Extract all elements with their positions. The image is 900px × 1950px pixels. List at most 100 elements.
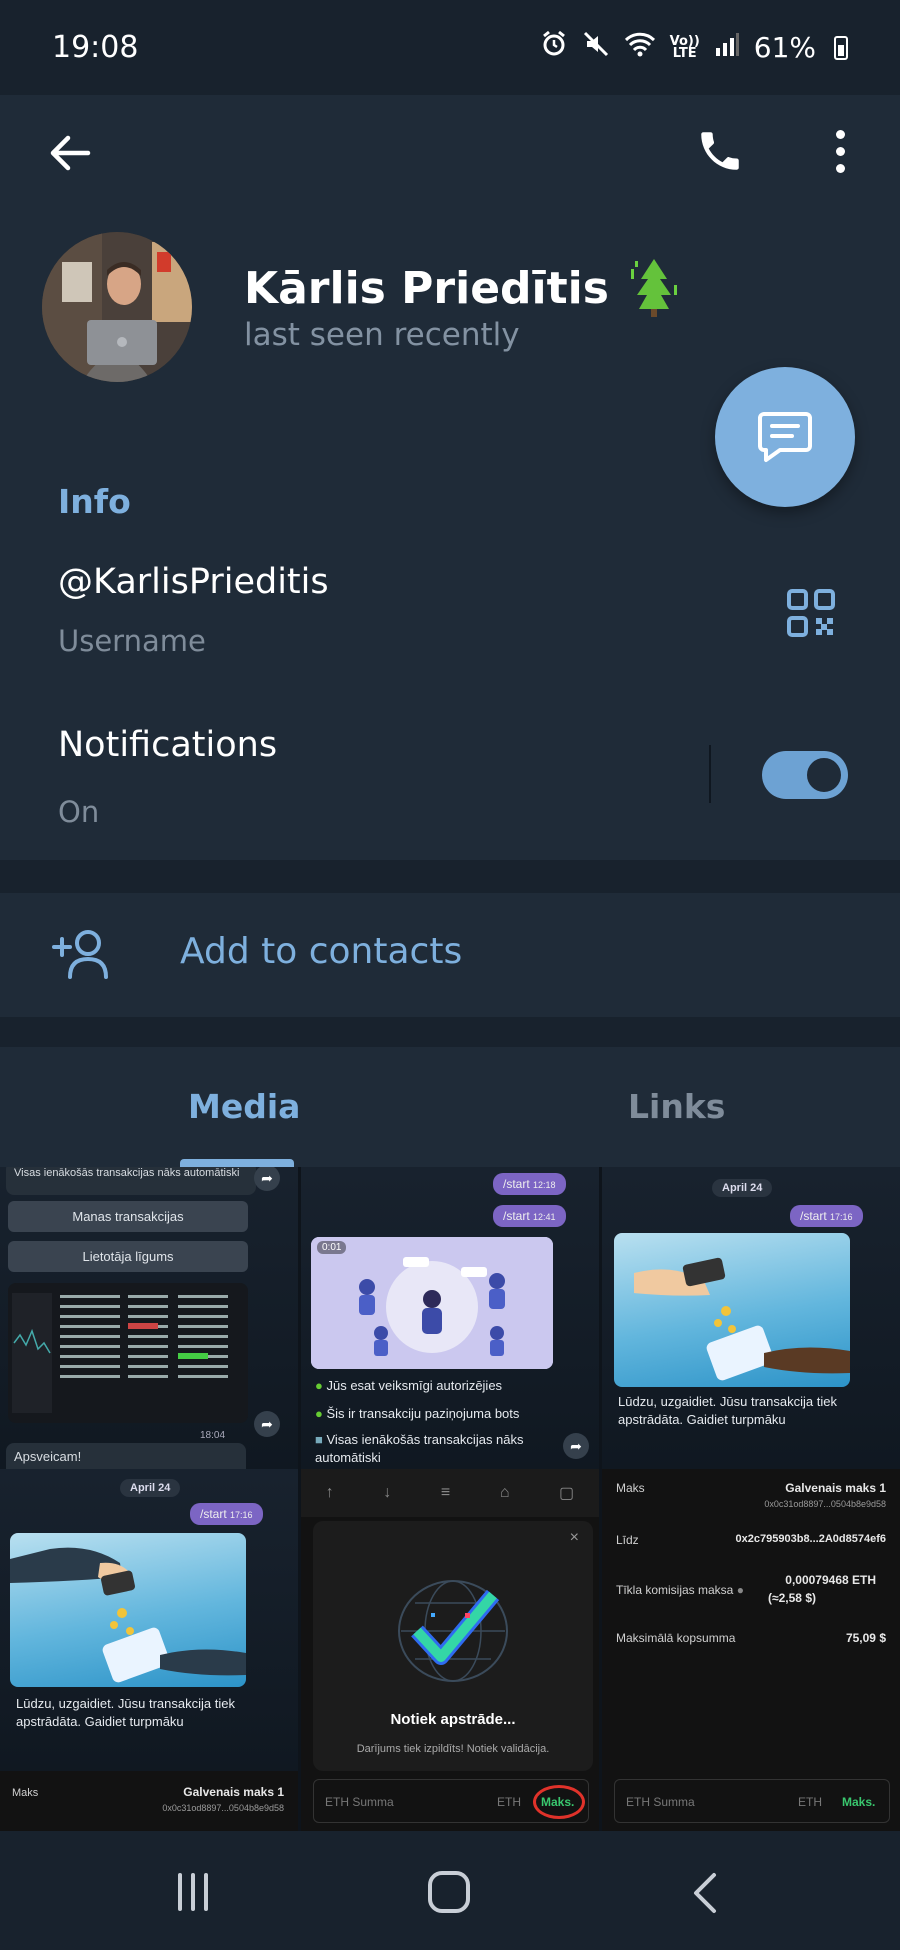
screenshot-thumbnail xyxy=(8,1283,248,1423)
share-icon: ➦ xyxy=(563,1433,589,1459)
status-time: 19:08 xyxy=(52,30,139,65)
chevron-left-icon xyxy=(694,1873,716,1913)
info-section-title: Info xyxy=(58,482,131,521)
call-button[interactable] xyxy=(690,119,750,183)
media-grid: Visas ienākošās transakcijas nāks automā… xyxy=(0,1167,900,1831)
media-item[interactable]: /start 12:18 /start 12:41 0:01 ● Jūs esa… xyxy=(301,1167,599,1469)
outgoing-message: /start 17:16 xyxy=(790,1205,863,1227)
to-value: 0x2c795903b8...2A0d8574ef6 xyxy=(735,1533,886,1545)
chat-message: Apsveicam! xyxy=(6,1443,246,1469)
add-user-icon xyxy=(50,923,114,987)
message-line: ■ Visas ienākošās transakcijas nāks auto… xyxy=(315,1432,524,1465)
max-button: Maks. xyxy=(541,1795,575,1809)
add-to-contacts-label: Add to contacts xyxy=(180,931,463,972)
message-fab-button[interactable] xyxy=(715,367,855,507)
max-total-label: Maksimālā kopsumma xyxy=(616,1631,736,1645)
qr-code-button[interactable] xyxy=(786,588,836,638)
keyboard-button: Lietotāja līgums xyxy=(8,1241,248,1272)
media-item[interactable]: April 24 /start 17:16 Lūdzu, uzgaidiet. … xyxy=(602,1167,900,1469)
outgoing-message: /start 12:18 xyxy=(493,1173,566,1195)
bank-icon: ⌂ xyxy=(499,1484,510,1501)
date-separator: April 24 xyxy=(712,1179,773,1197)
recent-apps-button[interactable] xyxy=(178,1873,218,1911)
arrow-up-icon: ↑ xyxy=(325,1484,334,1501)
notifications-label[interactable]: Notifications xyxy=(58,725,277,765)
fee-label: Tīkla komisijas maksa ● xyxy=(616,1583,744,1597)
more-button[interactable] xyxy=(820,119,860,183)
chat-message: Visas ienākošās transakcijas nāks automā… xyxy=(6,1167,256,1195)
notifications-value: On xyxy=(58,795,100,829)
message-icon xyxy=(758,412,812,462)
profile-name: Kārlis Priedītis xyxy=(244,262,609,314)
tab-links[interactable]: Links xyxy=(628,1087,725,1126)
media-tabs: Media Links xyxy=(0,1047,900,1167)
media-item[interactable]: Maks Galvenais maks 1 0x0c31od8897...050… xyxy=(0,1771,298,1831)
avatar[interactable] xyxy=(42,232,192,382)
battery-icon xyxy=(834,35,848,60)
processing-subtitle: Darījums tiek izpildīts! Notiek validāci… xyxy=(356,1743,550,1755)
status-bar: 19:08 Vo)) LTE 61% xyxy=(0,0,900,95)
system-nav-bar xyxy=(0,1831,900,1950)
wallet-value: Galvenais maks 1 xyxy=(785,1481,886,1495)
signal-icon xyxy=(714,30,740,65)
alarm-icon xyxy=(540,30,568,65)
last-seen-text: last seen recently xyxy=(244,317,520,353)
close-icon: × xyxy=(569,1529,579,1546)
media-item[interactable]: April 24 /start 17:16 Lūdzu, uzgaidiet. … xyxy=(0,1469,298,1771)
amount-placeholder: ETH Summa xyxy=(325,1795,394,1809)
system-back-button[interactable] xyxy=(690,1869,720,1917)
share-icon: ➦ xyxy=(254,1167,280,1191)
copy-icon: ▢ xyxy=(559,1485,575,1502)
amount-unit: ETH xyxy=(798,1795,822,1809)
media-item[interactable]: ETH Summa ETH Maks. xyxy=(602,1771,900,1831)
arrow-left-icon xyxy=(50,135,91,171)
menu-icon: ≡ xyxy=(440,1484,451,1501)
media-item[interactable]: ↑ ↓ ≡ ⌂ ▢ × Notiek apstrāde... Darījums … xyxy=(301,1469,599,1771)
message-caption: Lūdzu, uzgaidiet. Jūsu transakcija tiek … xyxy=(16,1696,235,1729)
wallet-label: Maks xyxy=(12,1787,39,1799)
keyboard-button: Manas transakcijas xyxy=(8,1201,248,1232)
video-thumbnail: 0:01 xyxy=(311,1237,553,1369)
transaction-image xyxy=(614,1233,850,1387)
wifi-icon xyxy=(624,30,656,65)
arrow-down-icon: ↓ xyxy=(383,1484,392,1501)
date-separator: April 24 xyxy=(120,1479,181,1497)
fee-value: 0,00079468 ETH xyxy=(785,1573,876,1587)
processing-dialog: × Notiek apstrāde... Darījums tiek izpil… xyxy=(313,1521,593,1771)
notifications-toggle[interactable] xyxy=(762,751,848,799)
video-duration: 0:01 xyxy=(317,1241,347,1254)
media-item[interactable]: Visas ienākošās transakcijas nāks automā… xyxy=(0,1167,298,1469)
username-label: Username xyxy=(58,624,206,658)
fee-usd: (≈2,58 $) xyxy=(768,1591,816,1605)
checkmark-illustration xyxy=(398,1580,508,1682)
wallet-address: 0x0c31od8897...0504b8e9d58 xyxy=(764,1499,886,1509)
name-row: Kārlis Priedītis xyxy=(244,255,679,321)
message-time: 18:04 xyxy=(200,1430,226,1441)
message-caption: Lūdzu, uzgaidiet. Jūsu transakcija tiek … xyxy=(618,1394,837,1427)
share-icon: ➦ xyxy=(254,1411,280,1437)
amount-unit: ETH xyxy=(497,1795,521,1809)
status-icons: Vo)) LTE 61% xyxy=(540,30,848,65)
media-item[interactable]: Maks Galvenais maks 1 0x0c31od8897...050… xyxy=(602,1469,900,1771)
phone-icon xyxy=(701,132,739,170)
divider xyxy=(709,745,711,803)
mute-icon xyxy=(582,30,610,65)
message-line: ● Šis ir transakciju paziņojuma bots xyxy=(315,1406,520,1421)
media-item[interactable]: ETH Summa ETH Maks. xyxy=(301,1771,599,1831)
wallet-address: 0x0c31od8897...0504b8e9d58 xyxy=(162,1803,284,1813)
back-button[interactable] xyxy=(40,123,100,183)
amount-placeholder: ETH Summa xyxy=(626,1795,695,1809)
outgoing-message: /start 12:41 xyxy=(493,1205,566,1227)
toggle-knob xyxy=(802,753,846,797)
tab-media[interactable]: Media xyxy=(188,1087,300,1126)
qr-code-icon xyxy=(787,589,835,637)
home-button[interactable] xyxy=(428,1871,470,1913)
processing-title: Notiek apstrāde... xyxy=(390,1711,516,1728)
tab-indicator xyxy=(180,1159,294,1167)
message-line: ● Jūs esat veiksmīgi autorizējies xyxy=(315,1378,503,1393)
username-value[interactable]: @KarlisPrieditis xyxy=(58,562,329,602)
add-to-contacts-row[interactable]: Add to contacts xyxy=(0,893,900,1017)
max-total-value: 75,09 $ xyxy=(845,1631,886,1645)
to-label: Līdz xyxy=(616,1533,639,1547)
transaction-image xyxy=(10,1533,246,1687)
